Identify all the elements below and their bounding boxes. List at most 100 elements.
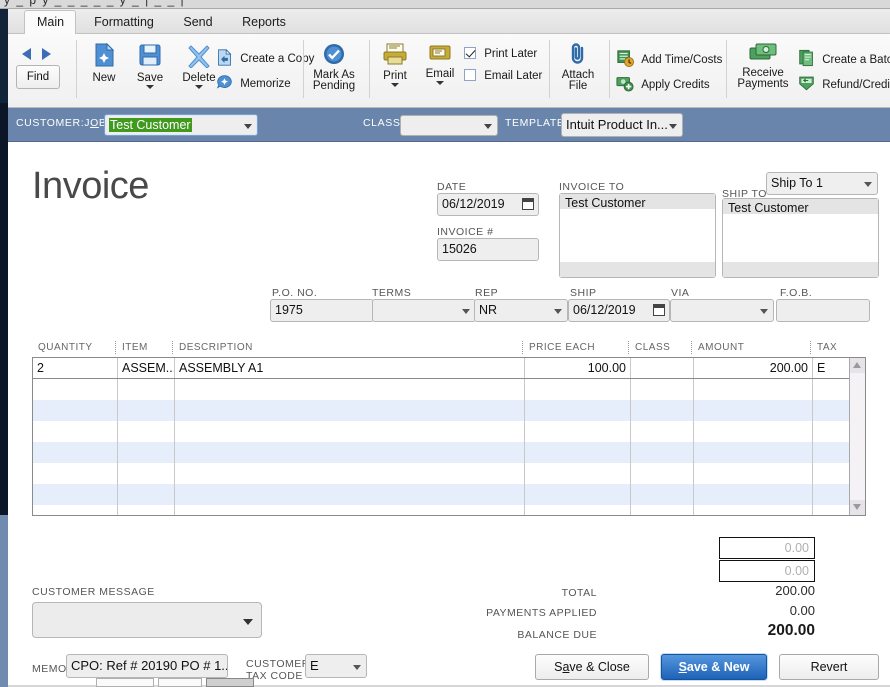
chevron-down-icon[interactable] [243, 619, 253, 625]
tab-main[interactable]: Main [24, 10, 76, 35]
email-dropdown-caret-icon[interactable] [436, 81, 444, 85]
print-dropdown-caret-icon[interactable] [391, 83, 399, 87]
bottom-stub-right[interactable] [206, 678, 254, 687]
print-later-checkbox-box[interactable] [464, 47, 476, 59]
column-divider[interactable] [691, 341, 692, 354]
customer-tax-code-dropdown[interactable]: E [305, 654, 367, 678]
scroll-down-arrow-icon[interactable] [850, 500, 865, 515]
customer-message-dropdown[interactable] [32, 602, 262, 638]
apply-credits-button[interactable]: Apply Credits [616, 74, 710, 95]
memo-field[interactable]: CPO: Ref # 20190 PO # 1... [66, 654, 228, 678]
grid-vertical-scrollbar[interactable] [849, 358, 865, 515]
receive-payments-button[interactable]: Receive Payments [732, 42, 794, 90]
email-later-checkbox[interactable]: Email Later [464, 69, 542, 82]
refund-credit-button[interactable]: Refund/Credit [798, 74, 890, 95]
po-number-field[interactable]: 1975 [270, 299, 374, 322]
date-field[interactable]: 06/12/2019 [437, 193, 539, 216]
calendar-icon[interactable] [522, 198, 534, 210]
fob-field[interactable] [776, 299, 870, 322]
chevron-down-icon[interactable] [669, 124, 677, 129]
chevron-down-icon[interactable] [353, 665, 361, 670]
ship-to-selector-dropdown[interactable]: Ship To 1 [766, 172, 878, 195]
chevron-down-icon[interactable] [462, 309, 470, 314]
scroll-up-arrow-icon[interactable] [850, 358, 865, 373]
column-divider[interactable] [172, 341, 173, 354]
memorize-button[interactable]: Memorize [216, 74, 291, 94]
invoice-number-field[interactable]: 15026 [437, 238, 539, 261]
via-dropdown[interactable] [670, 299, 774, 322]
cell-tax[interactable]: E [813, 358, 851, 379]
next-arrow-icon[interactable] [42, 48, 51, 60]
column-header-tax[interactable]: TAX [817, 342, 837, 353]
table-row[interactable] [33, 421, 851, 442]
print-later-checkbox[interactable]: Print Later [464, 47, 537, 60]
save-button[interactable]: Save [128, 42, 172, 89]
calendar-icon[interactable] [653, 304, 665, 316]
column-divider[interactable] [522, 341, 523, 354]
table-row[interactable] [33, 463, 851, 484]
invoice-to-address-box[interactable]: Test Customer [559, 193, 716, 278]
cell-amount[interactable]: 200.00 [694, 358, 812, 379]
template-dropdown[interactable]: Intuit Product In... [561, 113, 683, 137]
chevron-down-icon[interactable] [244, 124, 252, 129]
column-header-price-each[interactable]: PRICE EACH [529, 342, 595, 353]
table-row[interactable] [33, 442, 851, 463]
create-a-batch-button[interactable]: Create a Batch [798, 49, 890, 70]
tab-formatting[interactable]: Formatting [80, 11, 168, 35]
new-button[interactable]: New [82, 42, 126, 84]
add-time-costs-button[interactable]: Add Time/Costs [616, 49, 722, 70]
bottom-stub-left[interactable] [96, 678, 154, 687]
grid-column-line [174, 358, 175, 516]
cell-description[interactable]: ASSEMBLY A1 [175, 358, 524, 379]
ship-date-field[interactable]: 06/12/2019 [568, 299, 670, 322]
cell-quantity[interactable]: 2 [33, 358, 117, 379]
chevron-down-icon[interactable] [554, 309, 562, 314]
cell-item[interactable]: ASSEM... [118, 358, 174, 379]
ship-date-value: 06/12/2019 [573, 303, 636, 317]
save-dropdown-caret-icon[interactable] [146, 85, 154, 89]
column-divider[interactable] [628, 341, 629, 354]
save-and-close-button[interactable]: Save & Close [535, 654, 649, 680]
tax-subtotal-box-1[interactable]: 0.00 [719, 537, 815, 559]
rep-dropdown[interactable]: NR [474, 299, 568, 322]
table-row[interactable] [33, 484, 851, 505]
menu-bar-text: y _ p y _ _ _ _ _ y _ | _ _ | [0, 0, 185, 9]
column-divider[interactable] [810, 341, 811, 354]
chevron-down-icon[interactable] [864, 182, 872, 187]
class-dropdown[interactable] [400, 115, 498, 136]
bottom-stub-middle[interactable] [158, 678, 202, 687]
tab-send[interactable]: Send [171, 11, 225, 35]
tax-subtotal-box-2[interactable]: 0.00 [719, 560, 815, 582]
column-header-quantity[interactable]: QUANTITY [38, 342, 93, 353]
column-divider[interactable] [115, 341, 116, 354]
mark-as-pending-button[interactable]: Mark As Pending [308, 42, 360, 92]
column-header-amount[interactable]: AMOUNT [698, 342, 744, 353]
ship-to-address-box[interactable]: Test Customer [722, 198, 879, 278]
cell-class[interactable] [631, 358, 693, 379]
attach-file-button[interactable]: Attach File [554, 42, 602, 92]
email-later-checkbox-box[interactable] [464, 69, 476, 81]
table-row[interactable]: 2 ASSEM... ASSEMBLY A1 100.00 200.00 E [33, 358, 851, 379]
ship-to-selector-value: Ship To 1 [771, 176, 823, 190]
delete-dropdown-caret-icon[interactable] [195, 85, 203, 89]
chevron-down-icon[interactable] [484, 124, 492, 129]
column-header-description[interactable]: DESCRIPTION [179, 342, 253, 353]
chevron-down-icon[interactable] [760, 309, 768, 314]
cell-price-each[interactable]: 100.00 [525, 358, 630, 379]
save-and-new-button[interactable]: Save & New [661, 654, 767, 680]
tab-reports[interactable]: Reports [228, 11, 300, 35]
revert-button[interactable]: Revert [779, 654, 879, 680]
previous-arrow-icon[interactable] [22, 48, 31, 60]
email-button[interactable]: Email [418, 42, 462, 85]
menu-bar-clipped[interactable]: y _ p y _ _ _ _ _ y _ | _ _ | [0, 0, 890, 9]
find-button[interactable]: Find [16, 65, 60, 89]
customer-job-dropdown[interactable]: Test Customer [104, 114, 258, 136]
print-button[interactable]: Print [374, 42, 416, 87]
column-header-item[interactable]: ITEM [122, 342, 148, 353]
invoice-window: Main Formatting Send Reports Find New [8, 9, 890, 687]
create-a-copy-button[interactable]: Create a Copy [216, 49, 314, 69]
terms-dropdown[interactable] [372, 299, 476, 322]
column-header-class[interactable]: CLASS [635, 342, 670, 353]
table-row[interactable] [33, 379, 851, 400]
table-row[interactable] [33, 400, 851, 421]
